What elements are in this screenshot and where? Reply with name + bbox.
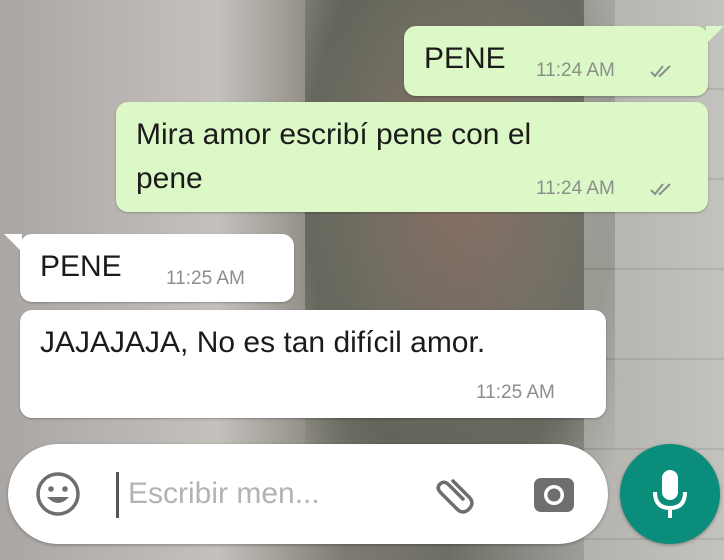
- camera-icon: [534, 478, 574, 512]
- message-time: 11:25 AM: [166, 268, 245, 289]
- read-receipt-icon: [650, 183, 671, 196]
- message-bubble-outgoing[interactable]: Mira amor escribí pene con el pene 11:24…: [116, 102, 708, 212]
- message-bubble-outgoing[interactable]: PENE 11:24 AM: [404, 26, 708, 96]
- message-bubble-incoming[interactable]: JAJAJAJA, No es tan difícil amor. 11:25 …: [20, 310, 606, 418]
- message-text-line: pene: [136, 162, 203, 195]
- camera-button[interactable]: [524, 466, 584, 522]
- message-input[interactable]: [120, 466, 418, 522]
- message-time: 11:24 AM: [536, 60, 615, 81]
- attach-button[interactable]: [424, 466, 484, 522]
- emoji-icon: [36, 472, 80, 516]
- chat-screen: PENE 11:24 AM Mira amor escribí pene con…: [0, 0, 724, 560]
- message-text: PENE: [40, 250, 122, 283]
- message-text: PENE: [424, 42, 506, 75]
- message-time: 11:24 AM: [536, 178, 615, 199]
- text-caret: [116, 472, 119, 518]
- message-bubble-incoming[interactable]: PENE 11:25 AM: [20, 234, 294, 302]
- message-composer: [8, 444, 608, 544]
- bubble-tail: [4, 234, 22, 252]
- message-text-line: Mira amor escribí pene con el: [136, 118, 532, 151]
- microphone-button[interactable]: [620, 444, 720, 544]
- read-receipt-icon: [650, 65, 671, 78]
- bubble-tail: [706, 26, 724, 44]
- message-text: JAJAJAJA, No es tan difícil amor.: [40, 326, 486, 359]
- emoji-button[interactable]: [30, 466, 86, 522]
- paperclip-icon: [436, 479, 474, 514]
- message-time: 11:25 AM: [476, 382, 555, 403]
- microphone-icon: [653, 470, 687, 518]
